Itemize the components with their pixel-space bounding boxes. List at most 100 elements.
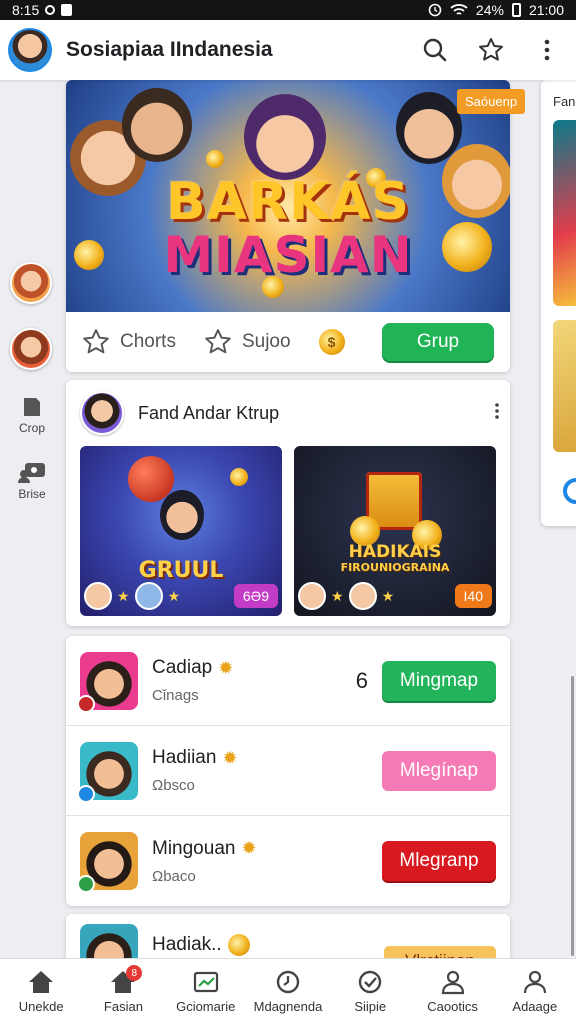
star-outline-icon bbox=[205, 329, 231, 354]
tile-count-pill[interactable]: 6Ə9 bbox=[233, 584, 278, 608]
coin-decoration bbox=[206, 150, 224, 168]
left-rail: Crop Brise bbox=[0, 82, 64, 956]
rail-avatar-1[interactable] bbox=[10, 262, 52, 304]
profile-icon bbox=[523, 970, 546, 994]
scrollbar[interactable] bbox=[571, 676, 574, 956]
charts-label: Chorts bbox=[120, 331, 176, 352]
star-outline-icon bbox=[83, 329, 109, 354]
chart-box-icon bbox=[193, 971, 218, 993]
nav-label: Adaage bbox=[512, 999, 558, 1014]
nav-item-siipie[interactable]: Siipie bbox=[329, 959, 411, 1024]
status-notification-icon bbox=[61, 4, 73, 16]
list-item-subtitle: Cǐnags bbox=[152, 687, 199, 704]
group-button[interactable]: Grup bbox=[382, 323, 494, 361]
app-title: Sosiapiaa IIndanesia bbox=[66, 38, 273, 61]
group-title: Fand Andar Ktrup bbox=[138, 402, 280, 423]
list-item-name: Mingouan ✹ bbox=[152, 838, 257, 860]
coin-decoration bbox=[230, 468, 248, 486]
star-icon: ★ bbox=[381, 587, 395, 604]
status-badge bbox=[77, 875, 95, 893]
rail-avatar-2[interactable] bbox=[10, 328, 52, 370]
list-item-action-button[interactable]: Mlegínap bbox=[382, 750, 496, 791]
group-tile-1[interactable]: GRUUL ★ ★ 6Ə9 bbox=[80, 446, 282, 616]
search-icon[interactable] bbox=[420, 35, 450, 65]
list-item-count: 6 bbox=[355, 667, 368, 693]
coin-icon[interactable]: $ bbox=[318, 329, 345, 355]
list-item-action-button[interactable]: Mlegranp bbox=[382, 841, 496, 881]
list-item-name-text: Mingouan bbox=[152, 837, 236, 859]
hero-actions: Chorts Sujoo $ Grup bbox=[66, 312, 510, 372]
list-item-name: Hadiak.. bbox=[152, 934, 250, 956]
status-time-left: 8:15 bbox=[12, 2, 40, 18]
status-time-right: 21:00 bbox=[528, 2, 564, 18]
list-item-action-button[interactable]: Mingmap bbox=[382, 660, 496, 701]
status-bar: 8:15 24% 21:00 bbox=[0, 0, 576, 20]
list-item[interactable]: Hadiian ✹ Ωbsco Mlegínap bbox=[66, 726, 510, 816]
nav-item-caootics[interactable]: Caootics bbox=[411, 959, 493, 1024]
hero-card[interactable]: BARKÁS MIASIAN Chorts Sujoo $ Grup bbox=[66, 80, 510, 372]
support-label: Sujoo bbox=[241, 331, 291, 352]
more-vertical-icon[interactable] bbox=[532, 35, 562, 65]
side-card[interactable]: Fand bbox=[541, 80, 576, 526]
more-vertical-icon[interactable] bbox=[494, 402, 500, 424]
nav-item-unekde[interactable]: Unekde bbox=[0, 959, 82, 1024]
nav-item-adaage[interactable]: Adaage bbox=[494, 959, 576, 1024]
list-item-name-text: Hadiak.. bbox=[152, 934, 222, 955]
rail-item-label: Crop bbox=[18, 421, 45, 435]
list-item-avatar[interactable] bbox=[77, 741, 138, 803]
list-item-avatar[interactable] bbox=[77, 651, 138, 713]
tile-mini-avatar bbox=[134, 582, 163, 610]
hero-badge[interactable]: Saóuenp bbox=[457, 89, 526, 114]
tile-label-main: HADIKAIS bbox=[348, 542, 442, 562]
nav-item-mdagnenda[interactable]: Mdagnenda bbox=[247, 959, 329, 1024]
star-icon[interactable] bbox=[476, 35, 506, 65]
list-item-name-text: Hadiian bbox=[152, 747, 217, 768]
side-card-thumbnail-2[interactable] bbox=[553, 320, 576, 452]
rail-item-label: Brise bbox=[18, 487, 46, 501]
home-icon bbox=[29, 971, 54, 993]
hero-character-2 bbox=[122, 88, 192, 162]
gear-icon: ✹ bbox=[218, 657, 234, 678]
page-icon bbox=[24, 398, 40, 416]
tile-character bbox=[160, 490, 204, 540]
list-item[interactable]: Mingouan ✹ Ωbaco Mlegranp bbox=[66, 816, 510, 906]
tile-footer: ★ ★ I40 bbox=[298, 580, 492, 612]
nav-label: Unekde bbox=[18, 999, 64, 1014]
list-item-name: Cadiap ✹ bbox=[152, 657, 233, 679]
alarm-icon bbox=[428, 3, 442, 17]
rail-item-brise[interactable]: Brise bbox=[6, 462, 58, 501]
clock-icon bbox=[276, 970, 300, 994]
list-item-avatar[interactable] bbox=[77, 832, 138, 893]
status-dot-icon bbox=[45, 5, 56, 15]
tile-mini-avatar bbox=[298, 582, 326, 610]
nav-item-fasian[interactable]: 8 Fasian bbox=[82, 959, 164, 1024]
profile-avatar[interactable] bbox=[8, 28, 52, 72]
rail-item-crop[interactable]: Crop bbox=[6, 396, 58, 435]
group-card: Fand Andar Ktrup GRUUL ★ ★ 6Ə9 HADIKAIS … bbox=[66, 380, 510, 626]
member-list-card: Cadiap ✹ Cǐnags 6 Mingmap Hadiian ✹ Ωbsco … bbox=[66, 636, 510, 906]
tile-count-pill[interactable]: I40 bbox=[454, 584, 492, 608]
list-item-subtitle: Ωbsco bbox=[152, 777, 195, 794]
list-item-subtitle: Ωbaco bbox=[152, 867, 196, 885]
bottom-navigation: Unekde 8 Fasian Gciomarie Mdagnenda Siip… bbox=[0, 958, 576, 1024]
group-avatar[interactable] bbox=[80, 391, 124, 435]
list-item[interactable]: Cadiap ✹ Cǐnags 6 Mingmap bbox=[66, 636, 510, 726]
hero-banner-image[interactable]: BARKÁS MIASIAN bbox=[66, 80, 510, 312]
charts-action[interactable]: Chorts bbox=[82, 328, 176, 356]
nav-item-gciomarie[interactable]: Gciomarie bbox=[165, 959, 247, 1024]
wifi-icon bbox=[450, 4, 468, 15]
group-tile-2[interactable]: HADIKAIS FIROUNIOGRAINA ★ ★ I40 bbox=[294, 446, 496, 616]
nav-label: Siipie bbox=[354, 999, 387, 1014]
side-card-thumbnail-1[interactable] bbox=[553, 120, 576, 306]
tile-mini-avatar bbox=[348, 582, 377, 610]
notification-badge: 8 bbox=[126, 965, 143, 981]
nav-label: Gciomarie bbox=[176, 999, 236, 1014]
status-badge bbox=[77, 784, 95, 803]
battery-percent: 24% bbox=[475, 2, 504, 18]
hero-character-3 bbox=[244, 94, 326, 180]
support-action[interactable]: Sujoo bbox=[204, 328, 291, 356]
status-badge bbox=[77, 694, 95, 713]
person-icon bbox=[441, 970, 464, 995]
star-icon: ★ bbox=[331, 587, 344, 604]
star-icon: ★ bbox=[117, 587, 130, 604]
